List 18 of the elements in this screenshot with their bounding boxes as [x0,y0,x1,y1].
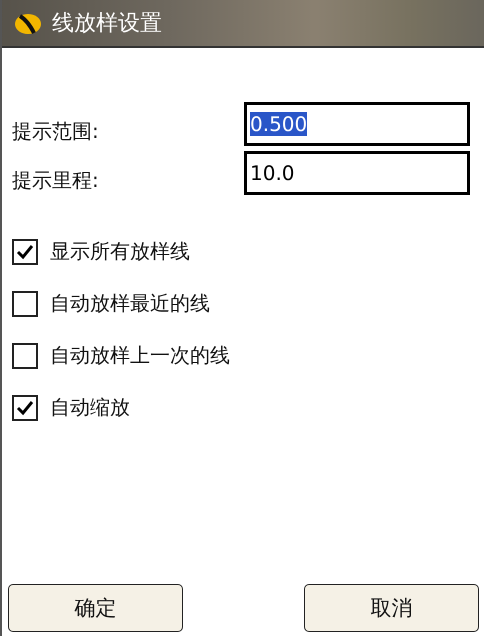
checkbox[interactable] [12,394,38,420]
helmet-icon [14,11,42,35]
field-label: 提示范围: [12,118,99,144]
input-field[interactable]: 10.0 [244,151,470,195]
checkbox[interactable] [12,290,38,316]
checkbox[interactable] [12,342,38,368]
checkbox[interactable] [12,238,38,264]
input-field[interactable]: 0.500 [244,102,470,146]
window-title: 线放样设置 [52,10,162,38]
checkbox-label: 显示所有放样线 [50,238,190,265]
checkmark-icon [16,400,34,416]
checkbox-label: 自动缩放 [50,394,130,421]
checkbox-label: 自动放样最近的线 [50,290,210,317]
cancel-button[interactable]: 取消 [304,584,479,632]
ok-button[interactable]: 确定 [8,584,183,632]
field-label: 提示里程: [12,166,99,194]
checkbox-label: 自动放样上一次的线 [50,342,230,369]
checkmark-icon [16,244,34,260]
